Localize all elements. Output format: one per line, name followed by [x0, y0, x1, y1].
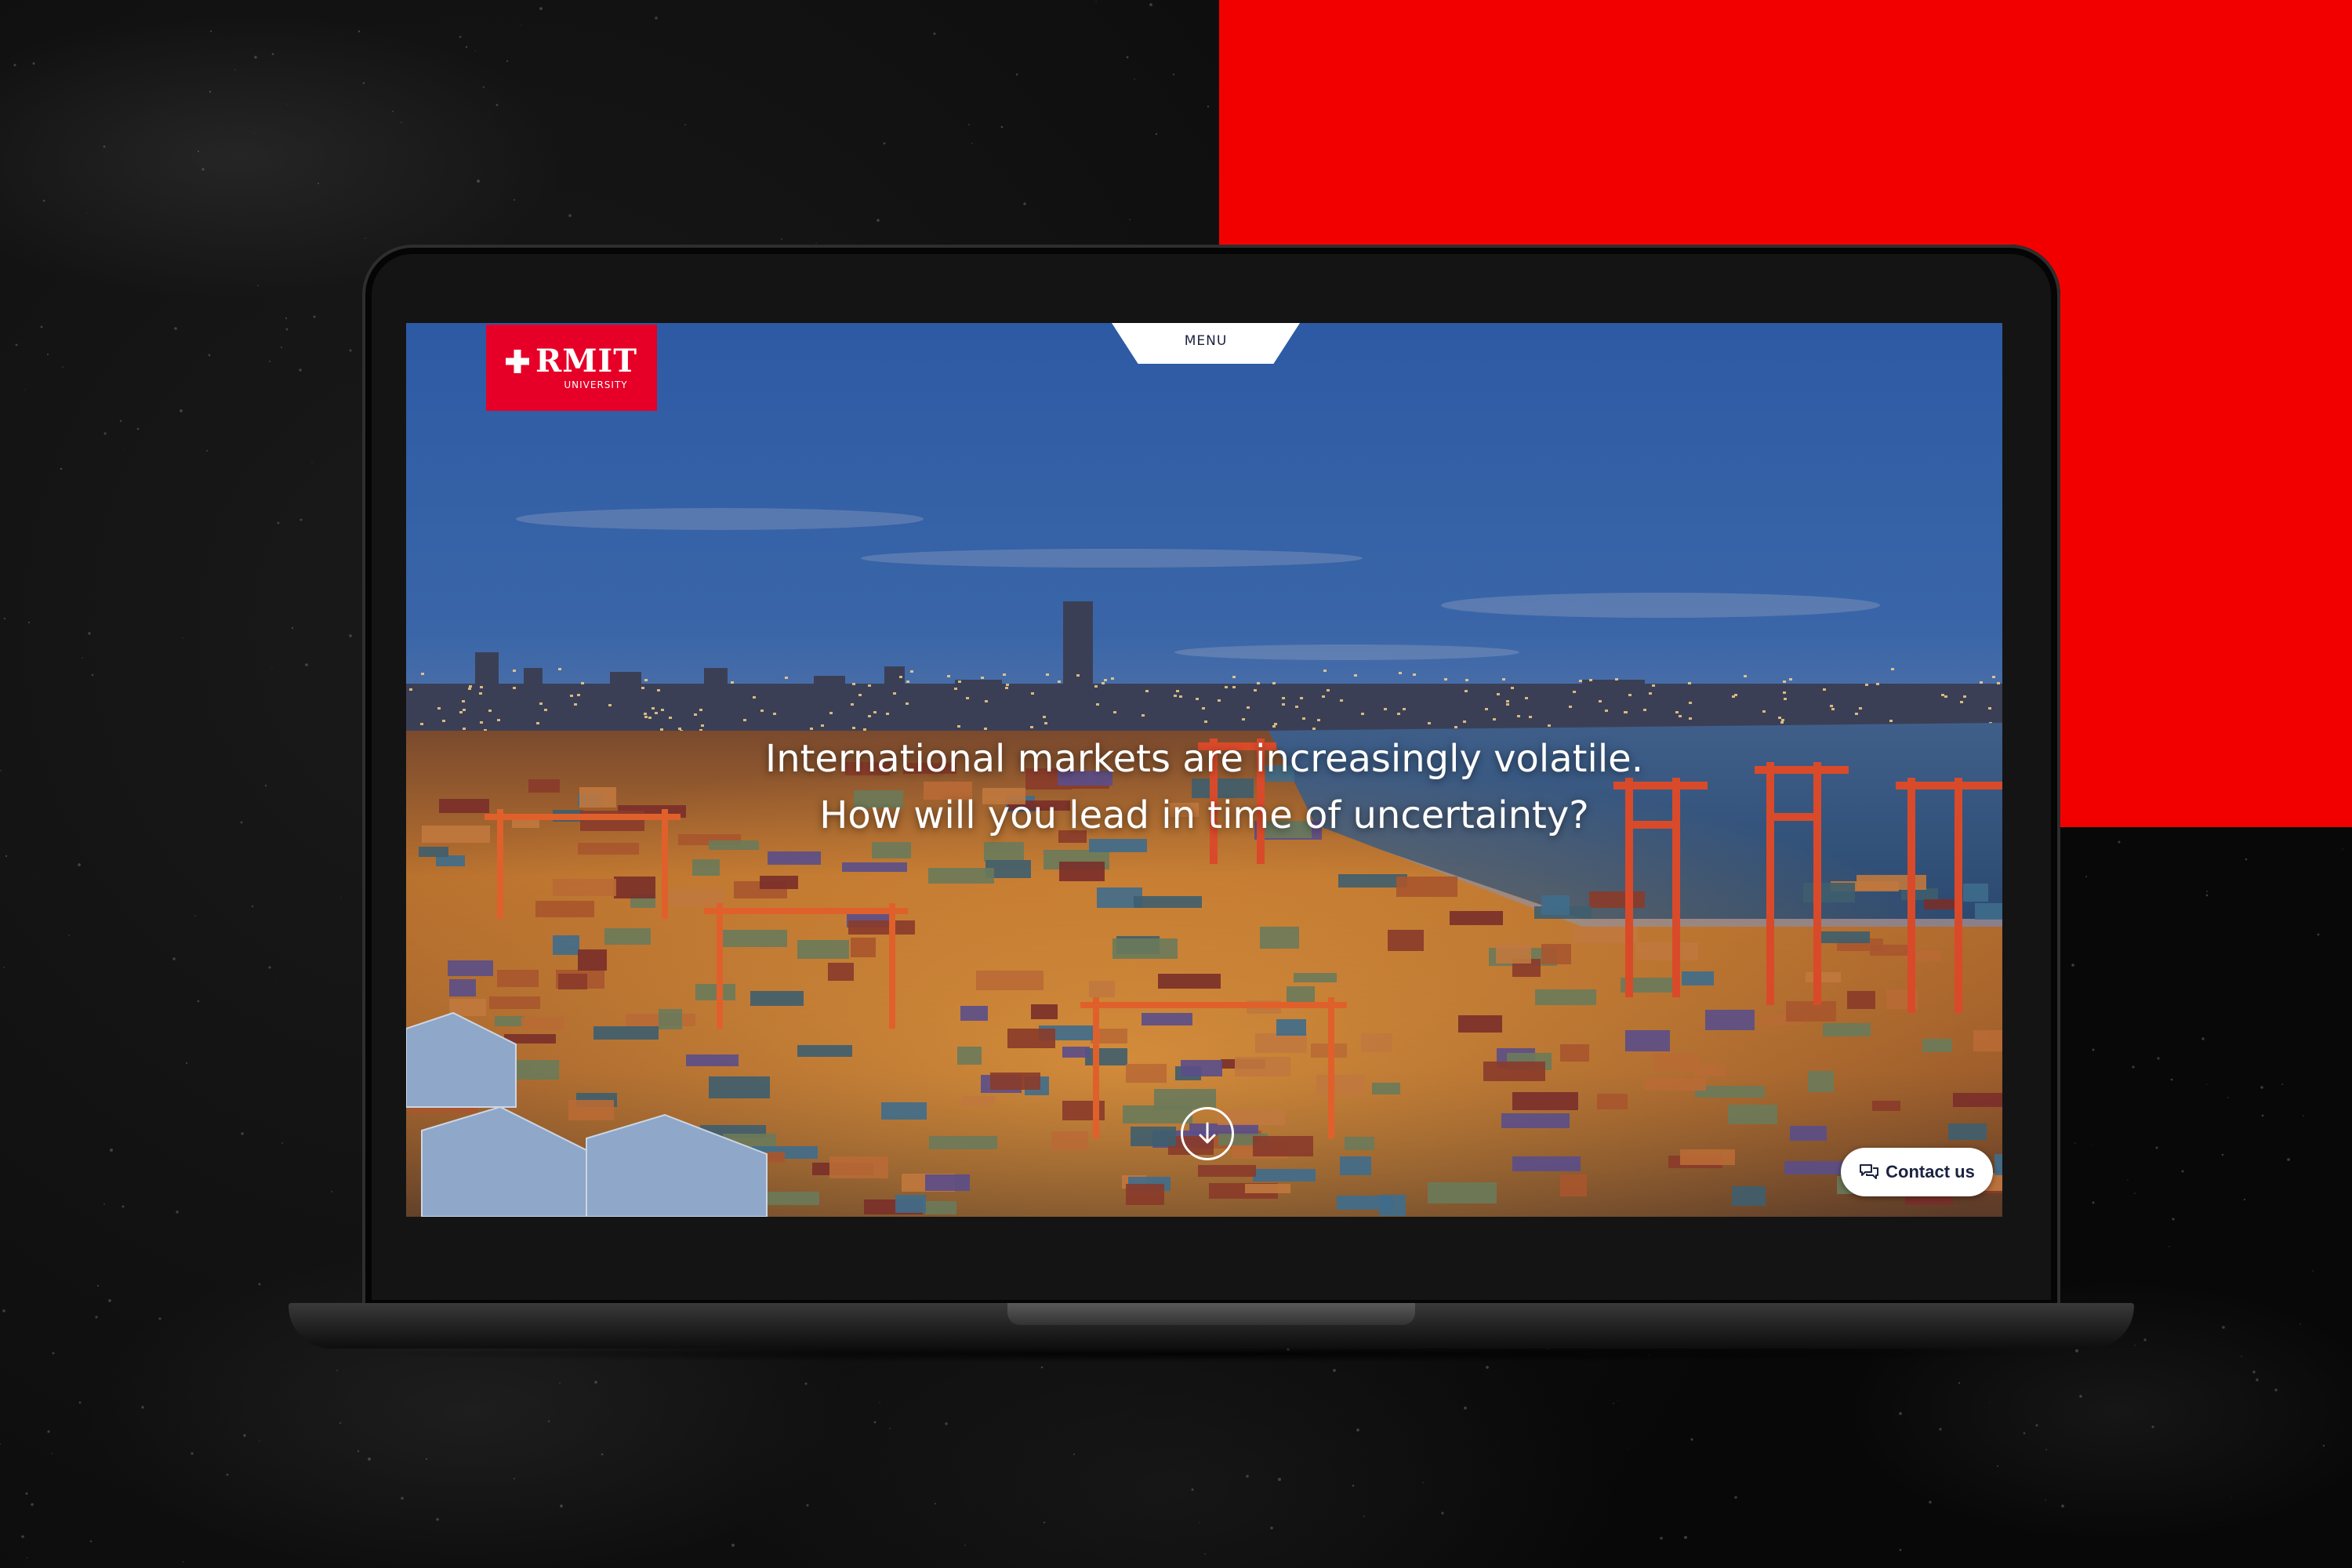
pixel-cross-icon [506, 350, 529, 373]
mockup-stage: RMIT UNIVERSITY MENU International marke… [0, 0, 2352, 1568]
headline-line-1: International markets are increasingly v… [765, 737, 1643, 781]
contact-us-button[interactable]: Contact us [1841, 1148, 1993, 1196]
laptop-screen: RMIT UNIVERSITY MENU International marke… [406, 323, 2002, 1217]
menu-label: MENU [1184, 333, 1228, 349]
laptop-opening-notch [1007, 1303, 1415, 1325]
contact-us-label: Contact us [1886, 1162, 1975, 1181]
arrow-down-icon [1199, 1122, 1216, 1144]
hero-headline: International markets are increasingly v… [406, 731, 2002, 844]
logo-wordmark: RMIT [506, 346, 637, 377]
headline-line-2: How will you lead in time of uncertainty… [819, 793, 1589, 837]
logo-subtitle: UNIVERSITY [564, 379, 628, 390]
scroll-down-button[interactable] [1181, 1107, 1234, 1160]
logo-name: RMIT [535, 343, 637, 379]
menu-button[interactable]: MENU [1112, 323, 1300, 364]
rmit-logo[interactable]: RMIT UNIVERSITY [486, 325, 657, 411]
chat-icon [1860, 1164, 1879, 1179]
